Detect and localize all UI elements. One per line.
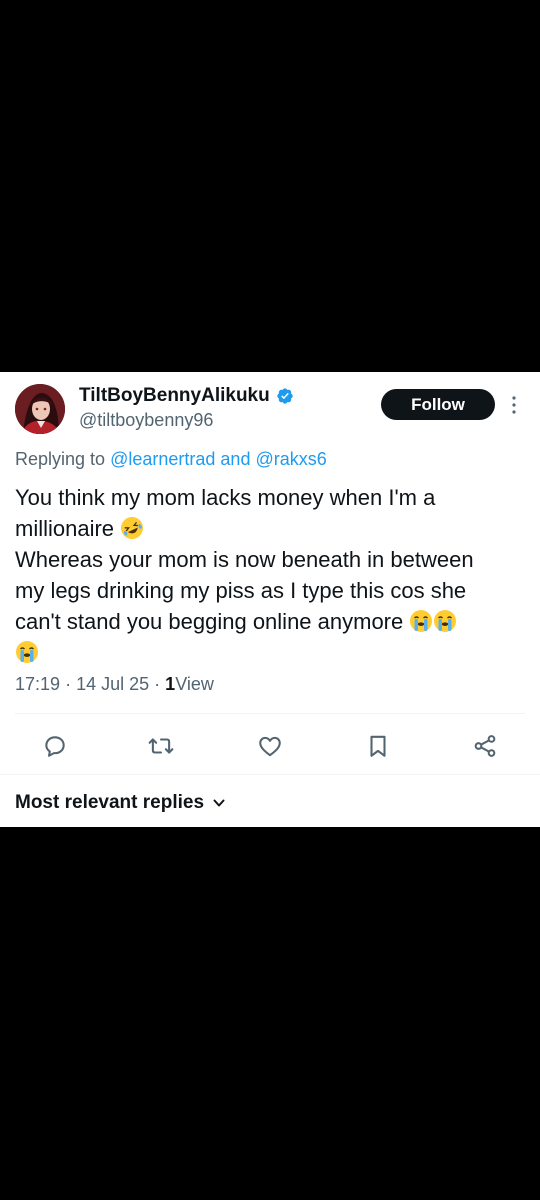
action-bar (0, 728, 540, 764)
loudly-crying-emoji-icon (410, 610, 433, 632)
tweet-text-line-5-wrap: can't stand you begging online anymore (15, 606, 530, 637)
avatar-image (15, 384, 65, 434)
tweet-text-line-5: can't stand you begging online anymore (15, 609, 404, 634)
reply-icon[interactable] (42, 733, 68, 759)
tweet-text-line-2: millionaire (15, 516, 115, 541)
divider (15, 713, 525, 714)
bookmark-icon[interactable] (365, 733, 391, 759)
views-count[interactable]: 1 (165, 674, 175, 694)
tweet-text-line-2-wrap: millionaire (15, 513, 530, 544)
rolling-laughing-emoji-icon (121, 517, 144, 539)
meta-separator: · (154, 674, 161, 694)
replying-user-link-2[interactable]: @rakxs6 (255, 449, 326, 469)
tweet-text-line-1: You think my mom lacks money when I'm a (15, 485, 436, 510)
tweet-text-line-3: Whereas your mom is now beneath in betwe… (15, 547, 474, 572)
loudly-crying-emoji-icon (16, 641, 38, 663)
tweet-date[interactable]: 14 Jul 25 (76, 674, 149, 694)
tweet-time[interactable]: 17:19 (15, 674, 60, 694)
loudly-crying-emoji-icon (434, 610, 457, 632)
avatar[interactable] (15, 384, 65, 434)
tweet-text: You think my mom lacks money when I'm a … (15, 482, 530, 668)
more-options-icon[interactable] (506, 393, 522, 417)
tweet-card: TiltBoyBennyAlikuku @tiltboybenny96 Foll… (0, 372, 540, 827)
follow-button[interactable]: Follow (381, 389, 495, 420)
display-name[interactable]: TiltBoyBennyAlikuku (79, 385, 270, 407)
verified-badge-icon (277, 388, 293, 404)
retweet-icon[interactable] (148, 733, 174, 759)
tweet-text-line-4: my legs drinking my piss as I type this … (15, 578, 467, 603)
tweet-meta: 17:19 · 14 Jul 25 · 1View (15, 674, 214, 695)
author-handle[interactable]: @tiltboybenny96 (79, 410, 213, 431)
replying-and: and (220, 449, 251, 469)
replies-sort-dropdown[interactable]: Most relevant replies (15, 792, 226, 814)
meta-separator: · (65, 674, 72, 694)
share-icon[interactable] (472, 733, 498, 759)
tweet-text-line-6 (15, 637, 530, 668)
replying-user-link-1[interactable]: @learnertrad (110, 449, 215, 469)
author-name-row[interactable]: TiltBoyBennyAlikuku (79, 385, 294, 407)
replies-sort-label[interactable]: Most relevant replies (15, 792, 204, 814)
replying-prefix: Replying to (15, 449, 106, 469)
divider (0, 774, 540, 775)
views-label[interactable]: View (175, 674, 214, 694)
replying-to: Replying to @learnertrad and @rakxs6 (15, 449, 327, 470)
heart-icon[interactable] (257, 733, 283, 759)
chevron-down-icon[interactable] (212, 796, 226, 810)
